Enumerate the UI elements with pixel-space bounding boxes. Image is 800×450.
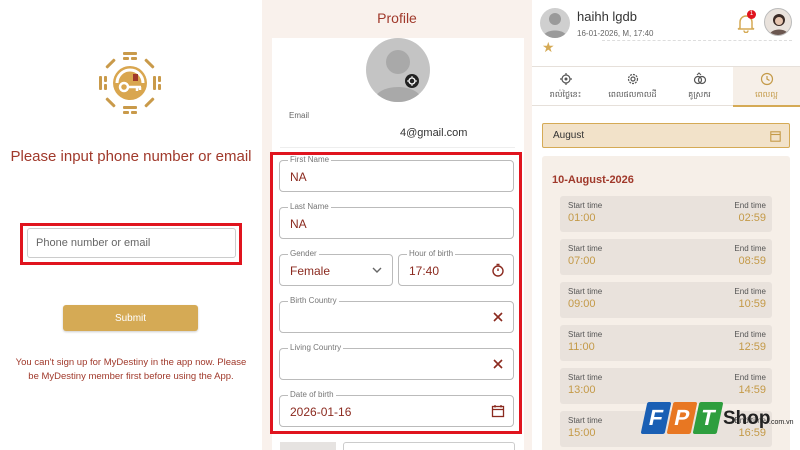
time-slot[interactable]: Start time End time 07:00 08:59 <box>560 239 772 275</box>
living-country-field[interactable]: Living Country <box>279 343 514 380</box>
first-name-value: NA <box>290 170 307 184</box>
camera-icon[interactable] <box>405 74 419 88</box>
start-time-label: Start time <box>568 244 603 253</box>
month-select[interactable]: August <box>542 123 790 148</box>
hour-of-birth-field[interactable]: Hour of birth 17:40 <box>398 249 514 286</box>
email-value: 4@gmail.com <box>400 127 468 139</box>
profile-photo[interactable] <box>764 8 792 36</box>
tab-label: រាល់ថ្ងៃនេះ <box>549 90 582 99</box>
start-time-label: Start time <box>568 201 603 210</box>
start-time-value: 07:00 <box>568 255 596 267</box>
end-time-label: End time <box>734 287 766 296</box>
bottom-field-stub <box>280 442 336 450</box>
last-name-value: NA <box>290 217 307 231</box>
tab-good-time[interactable]: ពេលល្អ <box>733 67 800 107</box>
time-slot[interactable]: Start time End time 09:00 10:59 <box>560 282 772 318</box>
end-time-label: End time <box>734 244 766 253</box>
user-silhouette-icon <box>543 13 567 38</box>
month-value: August <box>553 130 585 141</box>
date-of-birth-field[interactable]: Date of birth 2026-01-16 <box>279 390 514 427</box>
end-time-value: 10:59 <box>738 298 766 310</box>
avatar[interactable] <box>540 8 570 38</box>
last-name-label: Last Name <box>288 202 331 212</box>
schedule-panel: haihh lgdb 16-01-2026, M, 17:40 ★ 1 រាល់… <box>532 0 800 450</box>
watermark-domain-text: .com.vn <box>769 419 794 426</box>
birth-country-label: Birth Country <box>288 296 339 306</box>
start-time-value: 13:00 <box>568 384 596 396</box>
divider <box>602 40 792 41</box>
feature-tabs: រាល់ថ្ងៃនេះ ពេលផលកាលដី គូស្រករ ពេលល្អ <box>532 66 800 107</box>
end-time-label: End time <box>734 373 766 382</box>
calendar-icon[interactable] <box>491 404 505 418</box>
watermark-shop-text: Shop <box>723 408 771 429</box>
profile-avatar[interactable] <box>366 38 430 102</box>
stopwatch-icon[interactable] <box>491 263 505 277</box>
tab-daily[interactable]: រាល់ថ្ងៃនេះ <box>532 67 599 107</box>
end-time-value: 12:59 <box>738 341 766 353</box>
time-slot[interactable]: Start time End time 01:00 02:59 <box>560 196 772 232</box>
phone-or-email-input[interactable] <box>27 228 236 258</box>
page-title: Profile <box>377 10 417 26</box>
gender-select[interactable]: Gender Female <box>279 249 393 286</box>
first-name-field[interactable]: First Name NA <box>279 155 514 192</box>
settings-icon <box>627 73 638 85</box>
tab-fortune[interactable]: ពេលផលកាលដី <box>599 67 666 107</box>
start-time-value: 11:00 <box>568 341 595 353</box>
login-panel: Please input phone number or email Submi… <box>0 0 262 450</box>
living-country-label: Living Country <box>288 343 344 353</box>
end-time-label: End time <box>734 201 766 210</box>
time-slot[interactable]: Start time End time 11:00 12:59 <box>560 325 772 361</box>
divider <box>280 147 515 148</box>
end-time-value: 14:59 <box>738 384 766 396</box>
tab-label: ពេលផលកាលដី <box>608 90 657 99</box>
first-name-label: First Name <box>288 155 332 165</box>
end-time-label: End time <box>734 330 766 339</box>
chevron-down-icon <box>372 267 382 273</box>
date-of-birth-value: 2026-01-16 <box>290 405 352 419</box>
tab-label: គូស្រករ <box>688 90 711 99</box>
signup-notice: You can't sign up for MyDestiny in the a… <box>15 357 247 382</box>
clear-icon[interactable] <box>491 310 505 324</box>
tab-label: ពេលល្អ <box>755 90 778 99</box>
tab-couple[interactable]: គូស្រករ <box>666 67 733 107</box>
start-time-label: Start time <box>568 373 603 382</box>
notification-badge: 1 <box>747 10 756 19</box>
fpt-shop-watermark: F P T Shop .com.vn <box>640 402 800 444</box>
gear-icon <box>559 73 572 85</box>
submit-button[interactable]: Submit <box>63 305 198 331</box>
birth-country-field[interactable]: Birth Country <box>279 296 514 333</box>
mydestiny-logo <box>99 52 161 114</box>
email-label: Email <box>289 111 310 120</box>
start-time-value: 09:00 <box>568 298 596 310</box>
calendar-icon <box>770 131 781 142</box>
time-slot[interactable]: Start time End time 13:00 14:59 <box>560 368 772 404</box>
start-time-label: Start time <box>568 330 603 339</box>
start-time-label: Start time <box>568 416 603 425</box>
end-time-value: 08:59 <box>738 255 766 267</box>
login-prompt-title: Please input phone number or email <box>10 148 252 165</box>
start-time-value: 15:00 <box>568 427 596 439</box>
rings-icon <box>693 72 706 85</box>
start-time-value: 01:00 <box>568 212 596 224</box>
bottom-field-stub <box>343 442 515 450</box>
user-silhouette-icon <box>374 50 422 102</box>
hour-of-birth-label: Hour of birth <box>407 249 456 259</box>
last-name-field[interactable]: Last Name NA <box>279 202 514 239</box>
clock-icon <box>760 72 773 86</box>
clear-icon[interactable] <box>491 357 505 371</box>
date-of-birth-label: Date of birth <box>288 390 336 400</box>
end-time-value: 02:59 <box>738 212 766 224</box>
user-birth-info: 16-01-2026, M, 17:40 <box>577 29 654 38</box>
hour-of-birth-value: 17:40 <box>409 264 440 278</box>
user-header <box>532 0 800 50</box>
user-name: haihh lgdb <box>577 9 637 24</box>
day-title: 10-August-2026 <box>552 174 634 186</box>
watermark-letter: T <box>692 402 724 434</box>
gender-value: Female <box>290 264 331 278</box>
star-icon: ★ <box>542 39 555 55</box>
gender-label: Gender <box>288 249 319 259</box>
start-time-label: Start time <box>568 287 603 296</box>
